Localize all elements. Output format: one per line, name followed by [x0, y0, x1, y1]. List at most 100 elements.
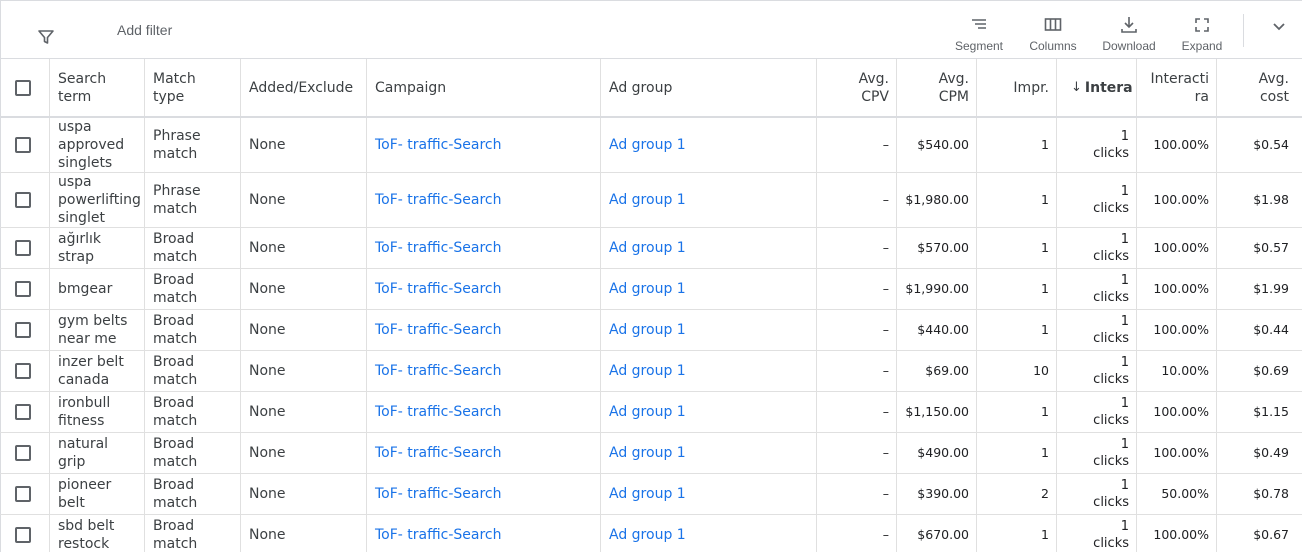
interactions-line: clicks: [1093, 413, 1129, 428]
header-search-term[interactable]: Search term: [49, 59, 145, 116]
ad-group-link[interactable]: Ad group 1: [600, 228, 817, 268]
added-excluded-cell: None: [240, 173, 367, 227]
avg-cost-cell: $0.67: [1216, 515, 1297, 552]
ad-group-link-value[interactable]: Ad group 1: [609, 485, 686, 503]
avg-cpm-cell-value: $440.00: [917, 322, 969, 337]
interaction-rate-cell: 100.00%: [1136, 118, 1217, 172]
match-type-cell: Broad match: [144, 515, 241, 552]
columns-button[interactable]: Columns: [1018, 15, 1088, 53]
campaign-link-value[interactable]: ToF- traffic-Search: [375, 280, 502, 298]
table-row: gym belts near me Broad match None ToF- traff…: [0, 310, 1302, 351]
campaign-link[interactable]: ToF- traffic-Search: [366, 310, 601, 350]
ad-group-link[interactable]: Ad group 1: [600, 474, 817, 514]
row-checkbox[interactable]: [14, 240, 31, 256]
avg-cost-cell: $0.57: [1216, 228, 1297, 268]
header-ad-group[interactable]: Ad group: [600, 59, 817, 116]
ad-group-link-value[interactable]: Ad group 1: [609, 526, 686, 544]
ad-group-link-value[interactable]: Ad group 1: [609, 239, 686, 257]
ad-group-link[interactable]: Ad group 1: [600, 351, 817, 391]
campaign-link-value[interactable]: ToF- traffic-Search: [375, 485, 502, 503]
match-type-cell-line: match: [153, 201, 198, 217]
ad-group-link[interactable]: Ad group 1: [600, 392, 817, 432]
campaign-link-value[interactable]: ToF- traffic-Search: [375, 321, 502, 339]
match-type-cell: Broad match: [144, 433, 241, 473]
add-filter-button[interactable]: Add filter: [117, 22, 172, 38]
row-checkbox[interactable]: [14, 137, 31, 153]
campaign-link-value[interactable]: ToF- traffic-Search: [375, 239, 502, 257]
row-checkbox[interactable]: [14, 281, 31, 297]
interactions-cell: 1 clicks: [1056, 118, 1137, 172]
ad-group-link-value[interactable]: Ad group 1: [609, 136, 686, 154]
campaign-link-value[interactable]: ToF- traffic-Search: [375, 403, 502, 421]
added-excluded-cell-value: None: [249, 192, 286, 208]
ad-group-link[interactable]: Ad group 1: [600, 515, 817, 552]
campaign-link[interactable]: ToF- traffic-Search: [366, 118, 601, 172]
row-checkbox[interactable]: [14, 363, 31, 379]
header-avg-cost[interactable]: Avg. cost: [1216, 59, 1297, 116]
header-match-type[interactable]: Match type: [144, 59, 241, 116]
row-checkbox[interactable]: [14, 404, 31, 420]
avg-cost-cell: $0.54: [1216, 118, 1297, 172]
match-type-cell-line: match: [153, 290, 198, 306]
ad-group-link-value[interactable]: Ad group 1: [609, 321, 686, 339]
ad-group-link-value[interactable]: Ad group 1: [609, 403, 686, 421]
campaign-link-value[interactable]: ToF- traffic-Search: [375, 191, 502, 209]
interaction-rate-cell: 100.00%: [1136, 392, 1217, 432]
campaign-link[interactable]: ToF- traffic-Search: [366, 228, 601, 268]
row-checkbox[interactable]: [14, 527, 31, 543]
ad-group-link[interactable]: Ad group 1: [600, 118, 817, 172]
campaign-link[interactable]: ToF- traffic-Search: [366, 392, 601, 432]
match-type-cell-line: match: [153, 536, 198, 552]
chevron-down-icon[interactable]: [1269, 17, 1289, 37]
campaign-link[interactable]: ToF- traffic-Search: [366, 351, 601, 391]
ad-group-link-value[interactable]: Ad group 1: [609, 191, 686, 209]
campaign-link[interactable]: ToF- traffic-Search: [366, 515, 601, 552]
campaign-link[interactable]: ToF- traffic-Search: [366, 269, 601, 309]
header-ad-group-label: Ad group: [609, 79, 673, 96]
ad-group-link[interactable]: Ad group 1: [600, 433, 817, 473]
interactions-cell: 1 clicks: [1056, 433, 1137, 473]
campaign-link-value[interactable]: ToF- traffic-Search: [375, 362, 502, 380]
interactions-line: 1: [1120, 355, 1129, 370]
row-checkbox[interactable]: [14, 192, 31, 208]
header-avg-cpm[interactable]: Avg. CPM: [896, 59, 977, 116]
avg-cost-cell-value: $1.98: [1253, 192, 1289, 207]
expand-button[interactable]: Expand: [1167, 15, 1237, 53]
interactions-line: 1: [1120, 184, 1129, 199]
campaign-link-value[interactable]: ToF- traffic-Search: [375, 136, 502, 154]
download-button[interactable]: Download: [1094, 15, 1164, 53]
header-avg-cpv[interactable]: Avg. CPV: [816, 59, 897, 116]
ad-group-link-value[interactable]: Ad group 1: [609, 444, 686, 462]
row-checkbox[interactable]: [14, 445, 31, 461]
impr-cell-value: 1: [1041, 322, 1049, 337]
avg-cpm-cell-value: $490.00: [917, 445, 969, 460]
header-added-excluded[interactable]: Added/Exclude: [240, 59, 367, 116]
added-excluded-cell-value: None: [249, 240, 286, 256]
header-campaign[interactable]: Campaign: [366, 59, 601, 116]
header-impr[interactable]: Impr.: [976, 59, 1057, 116]
header-interactions[interactable]: ↓ Intera: [1056, 59, 1137, 116]
table-header-row: Search term Match type Added/Exclude Campa…: [0, 59, 1302, 118]
row-checkbox[interactable]: [14, 486, 31, 502]
filter-icon[interactable]: [37, 28, 55, 46]
campaign-link[interactable]: ToF- traffic-Search: [366, 173, 601, 227]
interactions-line: 1: [1120, 519, 1129, 534]
ad-group-link-value[interactable]: Ad group 1: [609, 362, 686, 380]
ad-group-link-value[interactable]: Ad group 1: [609, 280, 686, 298]
campaign-link-value[interactable]: ToF- traffic-Search: [375, 444, 502, 462]
ad-group-link[interactable]: Ad group 1: [600, 173, 817, 227]
interactions-cell: 1 clicks: [1056, 173, 1137, 227]
avg-cost-cell-value: $0.44: [1253, 322, 1289, 337]
search-term-cell-line: belt: [58, 495, 85, 511]
interactions-line: 1: [1120, 478, 1129, 493]
segment-button[interactable]: Segment: [944, 15, 1014, 53]
header-interaction-rate[interactable]: Interacti ra: [1136, 59, 1217, 116]
campaign-link[interactable]: ToF- traffic-Search: [366, 433, 601, 473]
row-checkbox[interactable]: [14, 322, 31, 338]
campaign-link[interactable]: ToF- traffic-Search: [366, 474, 601, 514]
row-select-cell: [0, 118, 44, 172]
ad-group-link[interactable]: Ad group 1: [600, 310, 817, 350]
campaign-link-value[interactable]: ToF- traffic-Search: [375, 526, 502, 544]
select-all-checkbox[interactable]: [14, 79, 31, 96]
ad-group-link[interactable]: Ad group 1: [600, 269, 817, 309]
